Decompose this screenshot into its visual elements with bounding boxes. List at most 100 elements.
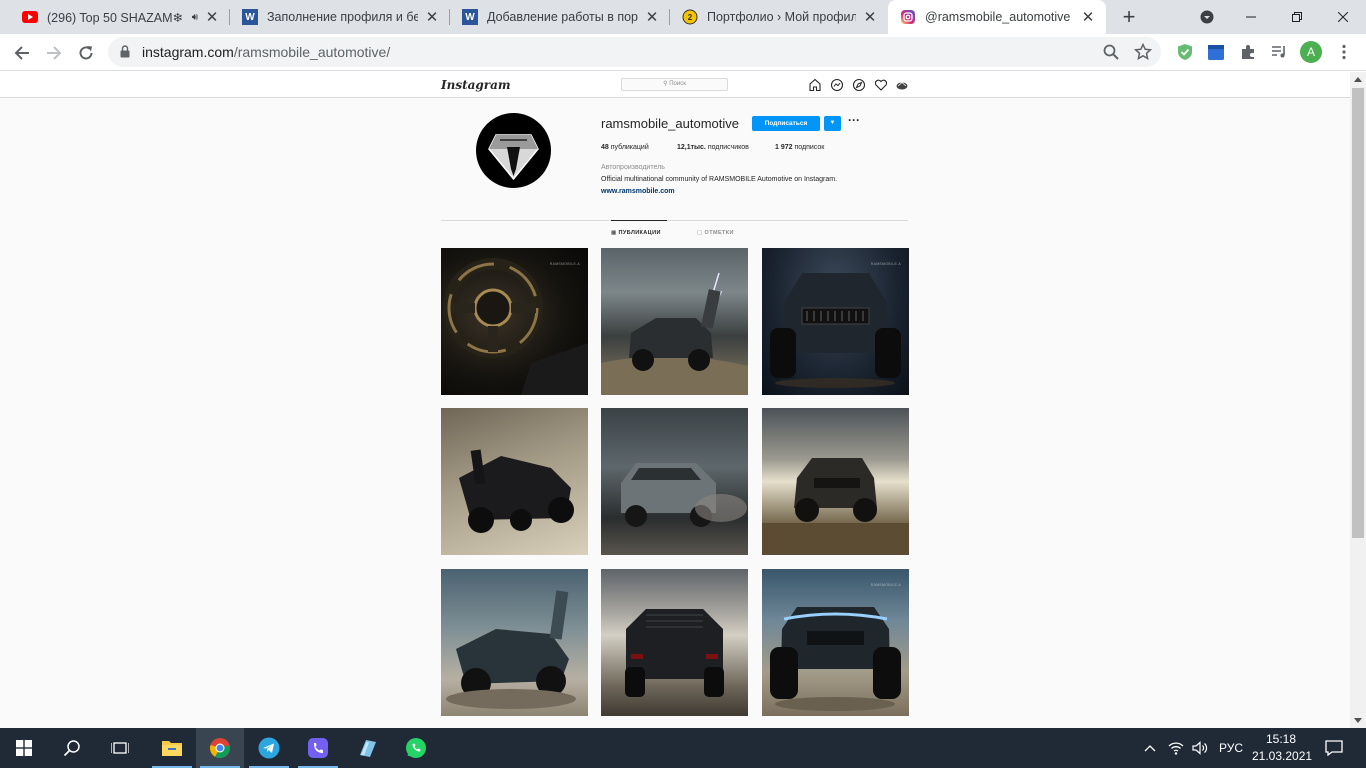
url-text[interactable]: instagram.com/ramsmobile_automotive/ (142, 44, 390, 60)
action-center-button[interactable] (1318, 728, 1350, 768)
tab-posts-label: ПУБЛИКАЦИИ (618, 230, 661, 236)
clock-time[interactable]: 15:18 (1266, 732, 1296, 746)
followers-count-value: 12,1тыс. (677, 144, 706, 151)
new-tab-button[interactable]: + (1118, 4, 1140, 29)
post-thumbnail[interactable] (601, 248, 748, 395)
input-language-indicator[interactable]: РУС (1219, 741, 1243, 755)
activity-heart-icon[interactable] (874, 78, 888, 92)
profile-website-link[interactable]: www.ramsmobile.com (601, 188, 675, 195)
more-options-button[interactable]: ··· (846, 114, 862, 129)
suggested-accounts-dropdown-button[interactable]: ▼ (824, 116, 841, 131)
browser-tab-portfolio[interactable]: 2 Портфолио › Мой профиль ✕ (670, 0, 888, 34)
watermark: RAMSMOBILE.A (549, 262, 580, 266)
active-tab-indicator (611, 220, 667, 221)
posts-count[interactable]: 48 публикаций (601, 144, 649, 151)
scroll-down-arrow[interactable] (1354, 718, 1362, 723)
lock-icon[interactable] (120, 45, 130, 58)
profile-avatar[interactable]: A (1300, 41, 1322, 63)
task-view-button[interactable] (96, 728, 144, 768)
post-thumbnail[interactable] (601, 569, 748, 716)
close-tab-icon[interactable]: ✕ (204, 9, 220, 26)
post-thumbnail[interactable] (762, 408, 909, 555)
follow-button[interactable]: Подписаться (752, 116, 820, 131)
network-status-button[interactable] (1164, 728, 1188, 768)
close-window-button[interactable] (1320, 0, 1366, 34)
scroll-up-arrow[interactable] (1354, 77, 1362, 82)
watermark: RAMSMOBILE.A (870, 583, 901, 587)
post-thumbnail[interactable] (441, 408, 588, 555)
instagram-header: Instagram ⚲ Поиск (0, 72, 1350, 98)
browser-tab-instagram[interactable]: @ramsmobile_automotive • Фото ✕ (888, 0, 1106, 34)
followers-count-label: подписчиков (707, 144, 749, 151)
minimize-button[interactable] (1228, 0, 1274, 34)
volume-button[interactable] (1188, 728, 1212, 768)
media-control-icon[interactable] (1269, 42, 1289, 62)
grid-icon: ▦ (611, 230, 617, 236)
post-thumbnail[interactable]: RAMSMOBILE.A (441, 248, 588, 395)
zoom-search-icon[interactable] (1101, 42, 1121, 62)
profile-avatar-logo[interactable] (476, 113, 551, 188)
taskbar-viber[interactable] (294, 728, 342, 768)
explore-compass-icon[interactable] (852, 78, 866, 92)
address-bar[interactable]: instagram.com/ramsmobile_automotive/ (108, 37, 1161, 67)
speaker-icon (1192, 741, 1208, 755)
close-tab-icon[interactable]: ✕ (862, 9, 878, 26)
taskbar-telegram[interactable] (245, 728, 293, 768)
close-tab-icon[interactable]: ✕ (644, 9, 660, 26)
tab-title: Заполнение профиля и бесплатная (267, 10, 418, 24)
post-thumbnail[interactable]: RAMSMOBILE.A (762, 248, 909, 395)
calendar-extension-icon[interactable] (1206, 42, 1226, 62)
adguard-extension-icon[interactable] (1175, 42, 1195, 62)
browser-tab-word-1[interactable]: W Заполнение профиля и бесплатная ✕ (230, 0, 450, 34)
taskbar-whatsapp[interactable] (392, 728, 440, 768)
browser-tab-word-2[interactable]: W Добавление работы в портфолио ✕ (450, 0, 670, 34)
tab-posts[interactable]: ▦ ПУБЛИКАЦИИ (611, 230, 661, 236)
steering-wheel-image (443, 258, 588, 395)
followers-count[interactable]: 12,1тыс. подписчиков (677, 144, 749, 151)
tab-tagged[interactable]: ▢ ОТМЕТКИ (697, 230, 734, 236)
scrollbar-thumb[interactable] (1352, 88, 1364, 538)
audio-playing-icon[interactable]: 🔊︎ (192, 12, 198, 23)
search-input[interactable]: ⚲ Поиск (621, 78, 728, 91)
instagram-logo[interactable]: Instagram (441, 78, 511, 92)
offroad-vehicle-front-image (770, 273, 901, 388)
post-thumbnail[interactable] (441, 569, 588, 716)
tab-search-button[interactable] (1184, 0, 1230, 34)
offroad-vehicle-lightning-image (601, 272, 748, 395)
messenger-icon[interactable] (830, 78, 844, 92)
tab-title: Добавление работы в портфолио (487, 10, 638, 24)
back-button[interactable] (8, 39, 36, 67)
post-thumbnail[interactable] (601, 408, 748, 555)
taskbar-file-explorer[interactable] (148, 728, 196, 768)
show-hidden-icons-button[interactable] (1138, 728, 1162, 768)
bookmark-star-icon[interactable] (1133, 42, 1153, 62)
offroad-vehicle-headlights-image (770, 607, 901, 711)
home-icon[interactable] (808, 78, 822, 92)
clock-date[interactable]: 21.03.2021 (1252, 749, 1312, 763)
notification-icon (1325, 740, 1343, 756)
close-tab-icon[interactable]: ✕ (1080, 9, 1096, 26)
following-count[interactable]: 1 972 подписок (775, 144, 824, 151)
page-scrollbar[interactable] (1350, 72, 1366, 728)
taskbar-chrome[interactable] (196, 728, 244, 768)
freelance-icon: 2 (682, 9, 698, 25)
profile-avatar-icon[interactable] (895, 78, 909, 92)
tab-title: (296) Top 50 SHAZAM❄ (47, 10, 183, 25)
chrome-menu-icon[interactable] (1334, 42, 1354, 62)
reload-button[interactable] (72, 39, 100, 67)
profile-divider (441, 220, 908, 221)
close-tab-icon[interactable]: ✕ (424, 9, 440, 26)
taskbar-notepad[interactable] (343, 728, 391, 768)
watermark: RAMSMOBILE.A (870, 262, 901, 266)
forward-button[interactable] (40, 39, 68, 67)
offroad-vehicle-rear-dusk-image (625, 609, 724, 697)
post-thumbnail[interactable]: RAMSMOBILE.A (762, 569, 909, 716)
extensions-puzzle-icon[interactable] (1238, 42, 1258, 62)
chevron-up-icon (1144, 745, 1156, 752)
restore-button[interactable] (1274, 0, 1320, 34)
windows-taskbar: РУС 15:18 21.03.2021 (0, 728, 1366, 768)
taskbar-search-button[interactable] (48, 728, 96, 768)
word-icon: W (242, 9, 258, 25)
start-button[interactable] (0, 728, 48, 768)
browser-tab-youtube[interactable]: (296) Top 50 SHAZAM❄ 🔊︎ ✕ (10, 0, 230, 34)
